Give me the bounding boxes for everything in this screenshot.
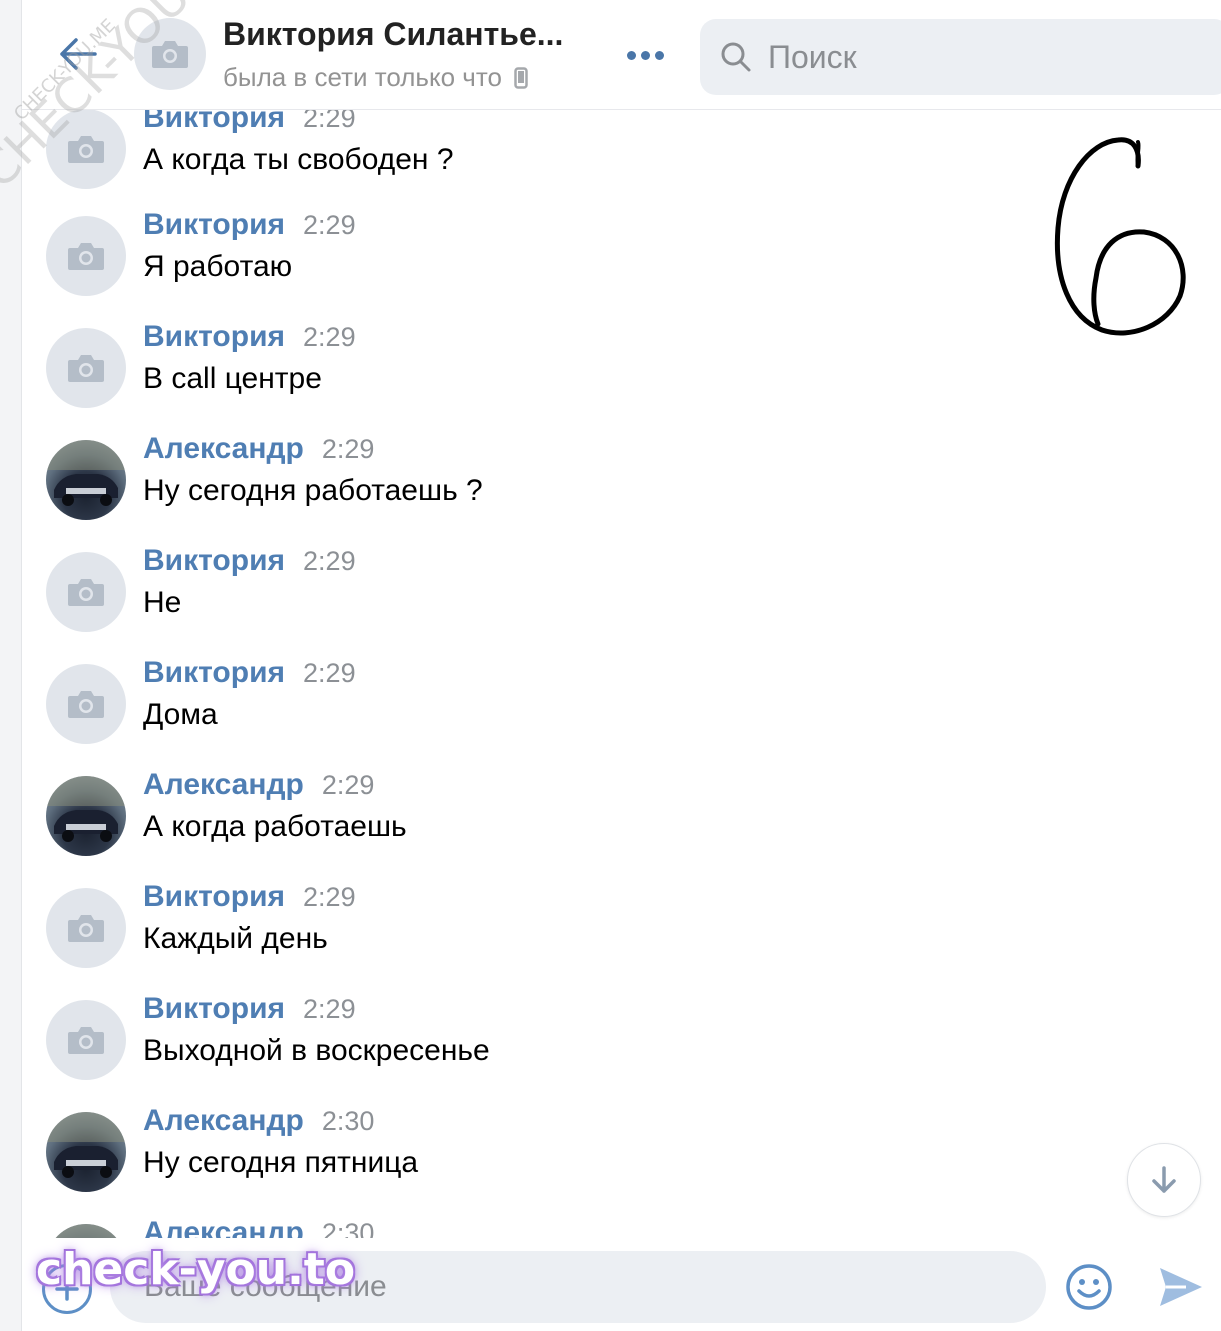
send-icon[interactable] [1156,1262,1206,1312]
message-author[interactable]: Александр [143,432,304,466]
attach-button[interactable] [42,1264,92,1314]
emoji-icon[interactable] [1064,1262,1114,1312]
message-time: 2:30 [321,1106,375,1136]
message-author[interactable]: Виктория [143,880,285,914]
message-text: Выходной в воскресенье [143,1034,490,1067]
car-photo-avatar[interactable] [46,1112,126,1192]
car-photo-icon [46,440,126,506]
message-input[interactable] [110,1251,1046,1323]
back-arrow-icon [60,38,97,70]
more-dots-icon [626,50,636,60]
camera-icon [68,136,104,163]
camera-icon [68,355,104,382]
phone-icon [514,66,528,89]
camera-icon [68,691,104,718]
message-author[interactable]: Виктория [143,544,285,578]
message-item: Александр 2:29 Ну сегодня работаешь ? [46,432,946,544]
message-text: А когда работаешь [143,810,407,843]
message-author[interactable]: Виктория [143,656,285,690]
contact-name[interactable]: Виктория Силантье... [223,16,563,53]
car-photo-icon [46,776,126,842]
message-text: Не [143,586,182,619]
message-item: Виктория 2:29 Не [46,544,946,656]
car-photo-icon [46,1112,126,1178]
plus-icon [55,1277,79,1301]
car-photo-avatar[interactable] [46,776,126,856]
camera-icon [68,243,104,270]
message-item: Виктория 2:29 В call центре [46,320,946,432]
message-text: Я работаю [143,250,293,283]
message-time: 2:29 [303,546,356,576]
message-time: 2:29 [303,210,356,240]
contact-status-text: была в сети только что [223,62,502,92]
message-author[interactable]: Александр [143,768,304,802]
message-item: Виктория 2:29 Каждый день [46,880,946,992]
message-time: 2:29 [303,882,356,912]
message-author[interactable]: Виктория [143,320,285,354]
message-text: А когда ты свободен ? [143,143,454,176]
camera-placeholder-avatar[interactable] [46,888,126,968]
camera-placeholder-avatar[interactable] [46,328,126,408]
message-text: В call центре [143,362,322,395]
camera-placeholder-avatar[interactable] [46,216,126,296]
message-text: Дома [143,698,218,731]
camera-icon [68,1027,104,1054]
camera-placeholder-avatar[interactable] [46,552,126,632]
contact-status: была в сети только что [223,62,528,93]
message-time: 2:29 [321,434,375,464]
message-item: Виктория 2:29 Я работаю [46,208,946,320]
camera-placeholder-avatar[interactable] [46,664,126,744]
message-item: Александр 2:30 Ну сегодня пятница [46,1104,946,1216]
message-time: 2:29 [303,658,356,688]
arrow-down-icon [1152,1166,1176,1193]
handwritten-six-mark [1054,137,1186,336]
message-item: Александр 2:29 А когда работаешь [46,768,946,880]
search-icon [721,42,751,72]
camera-icon [68,915,104,942]
camera-icon [152,41,188,68]
message-item: Виктория 2:29 А когда ты свободен ? [46,101,946,213]
message-time: 2:29 [321,770,375,800]
message-text: Ну сегодня пятница [143,1146,419,1179]
left-rail [0,0,22,1331]
scroll-down-button[interactable] [1127,1143,1201,1217]
more-options-button[interactable] [622,40,668,70]
back-button[interactable] [50,26,106,82]
search-input[interactable] [768,38,1188,76]
camera-placeholder-avatar[interactable] [46,109,126,189]
message-item: Виктория 2:29 Выходной в воскресенье [46,992,946,1104]
message-time: 2:29 [303,322,356,352]
chat-header: Виктория Силантье... была в сети только … [22,0,1221,110]
search-box[interactable] [700,19,1221,95]
camera-placeholder-avatar[interactable] [46,1000,126,1080]
message-text: Ну сегодня работаешь ? [143,474,483,507]
message-text: Каждый день [143,922,328,955]
message-composer [22,1238,1221,1331]
message-item: Виктория 2:29 Дома [46,656,946,768]
message-author[interactable]: Виктория [143,208,285,242]
contact-avatar[interactable] [134,18,206,90]
car-photo-avatar[interactable] [46,440,126,520]
message-author[interactable]: Александр [143,1104,304,1138]
message-author[interactable]: Виктория [143,992,285,1026]
camera-icon [68,579,104,606]
message-time: 2:29 [303,994,356,1024]
